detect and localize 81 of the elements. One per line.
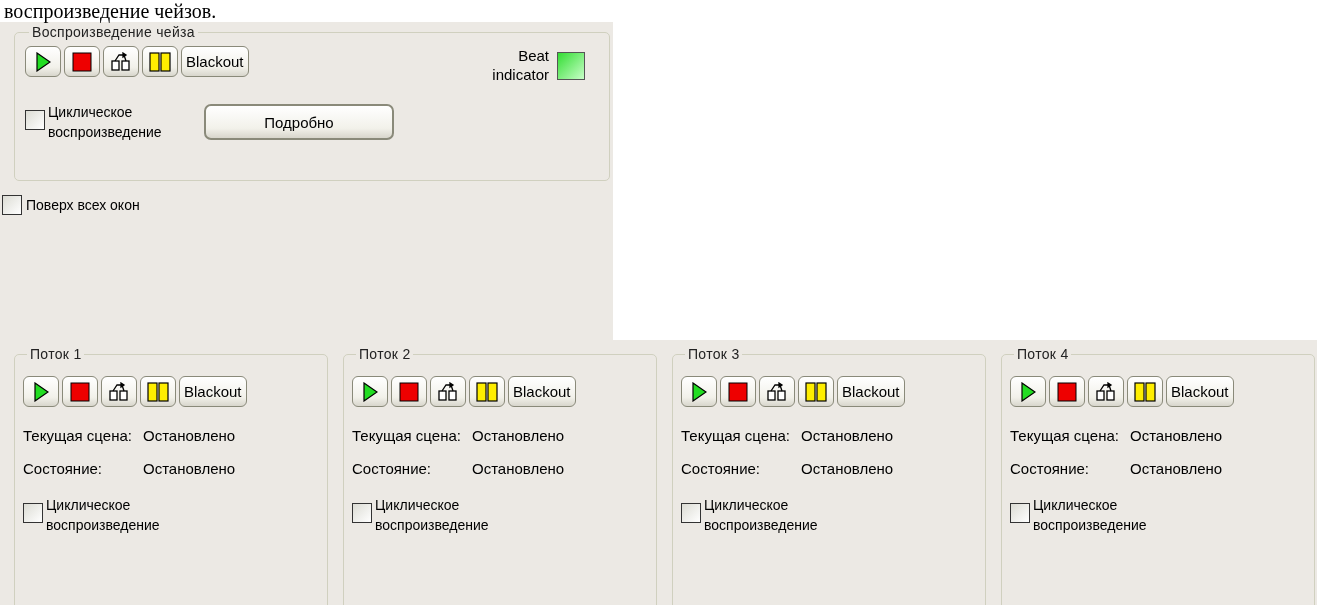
checkbox[interactable] xyxy=(352,503,372,523)
checkbox[interactable] xyxy=(1010,503,1030,523)
blackout-button[interactable]: Blackout xyxy=(837,376,905,407)
houses-icon xyxy=(1095,381,1117,402)
stop-button[interactable] xyxy=(391,376,427,407)
checkbox-label: Циклическое воспроизведение xyxy=(704,496,819,535)
field-value: Остановлено xyxy=(472,460,566,477)
field-value: Остановлено xyxy=(143,427,237,444)
reset-button[interactable] xyxy=(103,46,139,77)
houses-icon xyxy=(108,381,130,402)
field-label: Состояние: xyxy=(681,460,761,477)
checkbox-label: Циклическое воспроизведение xyxy=(48,103,163,142)
stop-button[interactable] xyxy=(64,46,100,77)
field-label: Текущая сцена: xyxy=(352,427,462,444)
stop-icon xyxy=(728,381,748,402)
reset-button[interactable] xyxy=(101,376,137,407)
field-label: Состояние: xyxy=(23,460,103,477)
field-value: Остановлено xyxy=(1130,460,1224,477)
play-button[interactable] xyxy=(1010,376,1046,407)
play-button[interactable] xyxy=(23,376,59,407)
beat-indicator-label: Beat indicator xyxy=(491,46,549,84)
group-title: Поток 3 xyxy=(687,346,741,362)
group-title: Поток 4 xyxy=(1016,346,1070,362)
checkbox-label: Поверх всех окон xyxy=(26,197,140,213)
checkbox[interactable] xyxy=(25,110,45,130)
play-icon xyxy=(35,51,51,72)
blackout-button[interactable]: Blackout xyxy=(508,376,576,407)
blackout-button[interactable]: Blackout xyxy=(179,376,247,407)
reset-button[interactable] xyxy=(759,376,795,407)
play-button[interactable] xyxy=(681,376,717,407)
group-title: Поток 2 xyxy=(358,346,412,362)
group-title: Поток 1 xyxy=(29,346,83,362)
pause-icon xyxy=(147,381,169,402)
field-label: Текущая сцена: xyxy=(23,427,133,444)
stop-button[interactable] xyxy=(720,376,756,407)
checkbox[interactable] xyxy=(23,503,43,523)
play-icon xyxy=(691,381,707,402)
field-label: Состояние: xyxy=(1010,460,1090,477)
pause-icon xyxy=(476,381,498,402)
reset-button[interactable] xyxy=(1088,376,1124,407)
houses-icon xyxy=(437,381,459,402)
field-label: Текущая сцена: xyxy=(1010,427,1120,444)
pause-button[interactable] xyxy=(1127,376,1163,407)
details-button[interactable]: Подробно xyxy=(204,104,394,140)
reset-button[interactable] xyxy=(430,376,466,407)
play-icon xyxy=(362,381,378,402)
stop-icon xyxy=(72,51,92,72)
houses-icon xyxy=(110,51,132,72)
pause-button[interactable] xyxy=(142,46,178,77)
pause-button[interactable] xyxy=(469,376,505,407)
stop-button[interactable] xyxy=(1049,376,1085,407)
pause-button[interactable] xyxy=(140,376,176,407)
blackout-button[interactable]: Blackout xyxy=(181,46,249,77)
play-icon xyxy=(1020,381,1036,402)
play-icon xyxy=(33,381,49,402)
pause-button[interactable] xyxy=(798,376,834,407)
play-button[interactable] xyxy=(25,46,61,77)
group-title: Воспроизведение чейза xyxy=(31,24,196,40)
stop-icon xyxy=(1057,381,1077,402)
houses-icon xyxy=(766,381,788,402)
checkbox-label: Циклическое воспроизведение xyxy=(375,496,490,535)
field-value: Остановлено xyxy=(1130,427,1224,444)
field-value: Остановлено xyxy=(143,460,237,477)
play-button[interactable] xyxy=(352,376,388,407)
checkbox[interactable] xyxy=(2,195,22,215)
field-value: Остановлено xyxy=(801,427,895,444)
stop-button[interactable] xyxy=(62,376,98,407)
field-label: Состояние: xyxy=(352,460,432,477)
checkbox[interactable] xyxy=(681,503,701,523)
document-text: воспроизведение чейзов. xyxy=(3,0,218,22)
field-value: Остановлено xyxy=(801,460,895,477)
field-value: Остановлено xyxy=(472,427,566,444)
pause-icon xyxy=(149,51,171,72)
blackout-button[interactable]: Blackout xyxy=(1166,376,1234,407)
checkbox-label: Циклическое воспроизведение xyxy=(1033,496,1148,535)
checkbox-label: Циклическое воспроизведение xyxy=(46,496,161,535)
stop-icon xyxy=(399,381,419,402)
pause-icon xyxy=(1134,381,1156,402)
pause-icon xyxy=(805,381,827,402)
stop-icon xyxy=(70,381,90,402)
field-label: Текущая сцена: xyxy=(681,427,791,444)
